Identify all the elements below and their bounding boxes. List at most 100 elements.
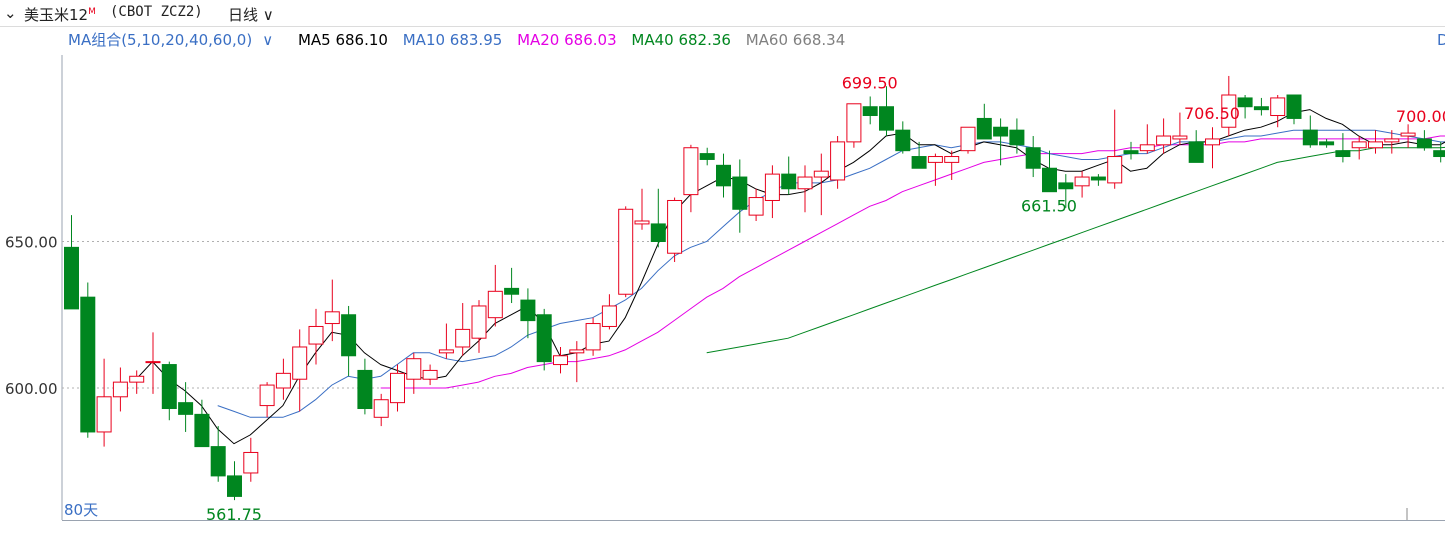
candle-body-up — [570, 350, 584, 353]
candle-body-up — [488, 291, 502, 317]
candlestick — [113, 367, 127, 411]
candle-body-down — [1320, 142, 1334, 145]
candle-body-up — [97, 397, 111, 432]
candlestick — [195, 400, 209, 447]
candle-body-up — [814, 171, 828, 177]
candle-body-down — [179, 403, 193, 415]
candlestick — [782, 157, 796, 195]
candle-body-down — [358, 370, 372, 408]
candle-body-down — [896, 130, 910, 151]
candle-body-up — [765, 174, 779, 200]
candlestick — [977, 104, 991, 139]
candle-body-down — [1189, 142, 1203, 163]
candle-body-up — [1108, 157, 1122, 183]
candle-body-down — [782, 174, 796, 189]
candle-body-down — [977, 118, 991, 139]
candlestick — [1189, 130, 1203, 162]
candlestick — [554, 347, 568, 373]
candle-body-down — [1254, 107, 1268, 110]
candle-body-up — [945, 157, 959, 163]
candlestick — [847, 104, 861, 148]
candle-body-up — [276, 373, 290, 388]
candle-body-up — [831, 142, 845, 180]
candle-body-up — [619, 209, 633, 294]
candlestick — [342, 306, 356, 376]
bottom-panel-edge — [62, 520, 1445, 533]
price-annotation: 706.50 — [1184, 104, 1240, 123]
candlestick — [1075, 171, 1089, 197]
candle-body-down — [700, 154, 714, 160]
candlestick — [1206, 127, 1220, 168]
candle-body-down — [1124, 151, 1138, 154]
candlestick — [1320, 139, 1334, 148]
candle-body-up — [1385, 139, 1399, 142]
candlestick — [717, 154, 731, 198]
candlestick — [423, 365, 437, 386]
candlestick — [1417, 130, 1431, 151]
candlestick — [880, 86, 894, 136]
candle-body-up — [309, 326, 323, 344]
price-annotation: 661.50 — [1021, 197, 1077, 216]
candle-body-up — [456, 329, 470, 347]
candle-body-down — [880, 107, 894, 130]
candle-body-up — [847, 104, 861, 142]
candlestick — [1091, 174, 1105, 186]
candlestick — [374, 394, 388, 426]
candlestick — [488, 265, 502, 327]
candle-body-down — [81, 297, 95, 432]
candle-body-up — [244, 452, 258, 473]
candle-body-down — [863, 107, 877, 116]
candlestick — [276, 359, 290, 400]
candlestick — [1157, 118, 1171, 153]
candlestick — [863, 96, 877, 124]
candlestick — [1010, 118, 1024, 153]
candlestick — [1254, 98, 1268, 116]
candle-body-down — [651, 224, 665, 242]
candlestick — [97, 359, 111, 447]
candlestick — [1026, 136, 1040, 177]
price-annotations: 561.75699.50661.50706.50700.00 — [206, 73, 1445, 524]
candlestick — [1369, 130, 1383, 153]
candlestick — [162, 362, 176, 421]
candle-body-down — [1091, 177, 1105, 180]
candle-body-up — [260, 385, 274, 406]
ma5-line — [136, 110, 1445, 444]
candlestick — [358, 359, 372, 415]
candlestick — [912, 142, 926, 168]
candle-body-up — [1369, 142, 1383, 148]
candlestick — [668, 198, 682, 262]
price-chart[interactable]: 650.00600.00 561.75699.50661.50706.50700… — [0, 0, 1445, 532]
candle-body-up — [928, 157, 942, 163]
candle-body-up — [113, 382, 127, 397]
candle-body-down — [195, 414, 209, 446]
candlestick — [293, 329, 307, 411]
candle-body-up — [391, 373, 405, 402]
candlestick — [146, 332, 160, 394]
candle-body-down — [717, 165, 731, 186]
candlestick — [244, 438, 258, 482]
candle-body-up — [374, 400, 388, 418]
candlestick — [1336, 133, 1350, 162]
candlestick — [521, 288, 535, 338]
candle-body-down — [537, 315, 551, 362]
moving-average-lines — [136, 110, 1445, 444]
candle-body-up — [749, 198, 763, 216]
candle-body-down — [1434, 151, 1445, 157]
candle-body-up — [684, 148, 698, 195]
candle-body-up — [602, 306, 616, 327]
candle-body-down — [994, 127, 1008, 136]
candle-body-up — [1173, 136, 1187, 139]
candlestick — [928, 154, 942, 186]
candle-body-up — [1401, 133, 1415, 136]
grid-lines — [62, 242, 1445, 389]
candle-body-up — [1352, 142, 1366, 148]
candle-body-down — [162, 365, 176, 409]
candlestick — [684, 145, 698, 212]
candlestick — [1140, 124, 1154, 153]
candle-body-up — [1206, 139, 1220, 145]
candlestick — [1043, 151, 1057, 192]
candle-body-down — [1043, 168, 1057, 191]
candlestick — [325, 280, 339, 342]
candlestick — [456, 303, 470, 356]
candle-body-down — [1336, 151, 1350, 157]
